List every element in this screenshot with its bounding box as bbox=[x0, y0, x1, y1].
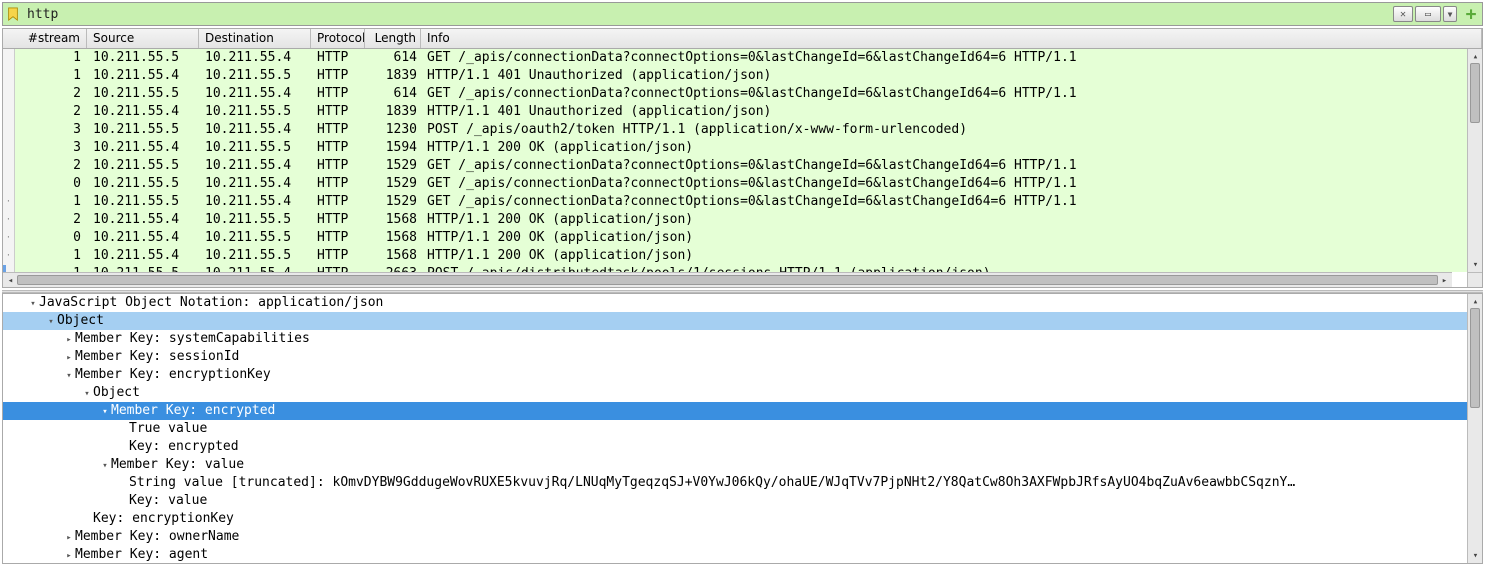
tree-node[interactable]: ▸Member Key: sessionId bbox=[3, 348, 1467, 366]
packet-row[interactable]: 210.211.55.410.211.55.5HTTP1839HTTP/1.1 … bbox=[3, 103, 1467, 121]
filter-dropdown-button[interactable]: ▼ bbox=[1443, 6, 1457, 22]
tree-node[interactable]: ▾Member Key: value bbox=[3, 456, 1467, 474]
packet-rows[interactable]: 110.211.55.510.211.55.4HTTP614GET /_apis… bbox=[3, 49, 1467, 272]
tree-label: Key: encryptionKey bbox=[93, 511, 234, 526]
tree-node[interactable]: String value [truncated]: kOmvDYBW9Gddug… bbox=[3, 474, 1467, 492]
col-info[interactable]: Info bbox=[421, 29, 1482, 48]
packet-vscroll[interactable]: ▴ ▾ bbox=[1467, 49, 1482, 272]
packet-row[interactable]: 110.211.55.410.211.55.5HTTP1839HTTP/1.1 … bbox=[3, 67, 1467, 85]
tree-twisty-icon[interactable]: ▸ bbox=[63, 529, 75, 546]
tree-node[interactable]: Key: encrypted bbox=[3, 438, 1467, 456]
details-vscroll[interactable]: ▴ ▾ bbox=[1467, 294, 1482, 563]
clear-filter-button[interactable]: ✕ bbox=[1393, 6, 1413, 22]
tree-label: Member Key: value bbox=[111, 457, 244, 472]
tree-label: Object bbox=[93, 385, 140, 400]
col-protocol[interactable]: Protocol bbox=[311, 29, 365, 48]
tree-node[interactable]: ▾Member Key: encryptionKey bbox=[3, 366, 1467, 384]
packet-row[interactable]: ·110.211.55.410.211.55.5HTTP1568HTTP/1.1… bbox=[3, 247, 1467, 265]
tree-twisty-icon[interactable]: ▸ bbox=[63, 331, 75, 348]
tree-twisty-icon[interactable]: ▾ bbox=[81, 385, 93, 402]
tree-node[interactable]: Key: value bbox=[3, 492, 1467, 510]
packet-row[interactable]: 110.211.55.510.211.55.4HTTP614GET /_apis… bbox=[3, 49, 1467, 67]
tree-node[interactable]: Key: encryptionKey bbox=[3, 510, 1467, 528]
tree-label: Member Key: ownerName bbox=[75, 529, 239, 544]
tree-label: Member Key: systemCapabilities bbox=[75, 331, 310, 346]
bookmark-icon[interactable] bbox=[3, 4, 23, 24]
tree-twisty-icon[interactable]: ▾ bbox=[45, 313, 57, 330]
tree-node[interactable]: ▾Object bbox=[3, 312, 1467, 330]
packet-row[interactable]: 210.211.55.510.211.55.4HTTP1529GET /_api… bbox=[3, 157, 1467, 175]
tree-label: Member Key: sessionId bbox=[75, 349, 239, 364]
packet-header-row[interactable]: #stream Source Destination Protocol Leng… bbox=[3, 29, 1482, 49]
tree-twisty-icon[interactable]: ▾ bbox=[99, 403, 111, 420]
tree-node[interactable]: ▾Object bbox=[3, 384, 1467, 402]
packet-row[interactable]: 310.211.55.410.211.55.5HTTP1594HTTP/1.1 … bbox=[3, 139, 1467, 157]
tree-label: Key: value bbox=[129, 493, 207, 508]
add-filter-button[interactable]: + bbox=[1461, 6, 1481, 22]
tree-label: Member Key: agent bbox=[75, 547, 208, 562]
packet-row[interactable]: 310.211.55.510.211.55.4HTTP1230POST /_ap… bbox=[3, 121, 1467, 139]
tree-label: String value [truncated]: kOmvDYBW9Gddug… bbox=[129, 475, 1295, 490]
packet-details-pane: ▾JavaScript Object Notation: application… bbox=[2, 293, 1483, 564]
packet-hscroll[interactable]: ◂ ▸ bbox=[3, 272, 1452, 287]
tree-twisty-icon[interactable]: ▾ bbox=[27, 295, 39, 312]
tree-twisty-icon[interactable]: ▾ bbox=[63, 367, 75, 384]
packet-row[interactable]: ·010.211.55.410.211.55.5HTTP1568HTTP/1.1… bbox=[3, 229, 1467, 247]
packet-row[interactable]: 010.211.55.510.211.55.4HTTP1529GET /_api… bbox=[3, 175, 1467, 193]
tree-twisty-icon[interactable]: ▾ bbox=[99, 457, 111, 474]
col-stream[interactable]: #stream bbox=[3, 29, 87, 48]
tree-node[interactable]: ▾JavaScript Object Notation: application… bbox=[3, 294, 1467, 312]
packet-row[interactable]: ·210.211.55.410.211.55.5HTTP1568HTTP/1.1… bbox=[3, 211, 1467, 229]
details-tree[interactable]: ▾JavaScript Object Notation: application… bbox=[3, 294, 1467, 563]
tree-node[interactable]: True value bbox=[3, 420, 1467, 438]
tree-label: True value bbox=[129, 421, 207, 436]
col-source[interactable]: Source bbox=[87, 29, 199, 48]
packet-row[interactable]: ·110.211.55.510.211.55.4HTTP2663POST /_a… bbox=[3, 265, 1467, 272]
tree-label: Member Key: encrypted bbox=[111, 403, 275, 418]
packet-row[interactable]: 210.211.55.510.211.55.4HTTP614GET /_apis… bbox=[3, 85, 1467, 103]
packet-list-pane: #stream Source Destination Protocol Leng… bbox=[2, 28, 1483, 288]
apply-filter-button[interactable]: ▭ bbox=[1415, 6, 1441, 22]
tree-label: JavaScript Object Notation: application/… bbox=[39, 295, 383, 310]
tree-node[interactable]: ▸Member Key: ownerName bbox=[3, 528, 1467, 546]
display-filter-input[interactable] bbox=[23, 5, 1392, 24]
tree-label: Key: encrypted bbox=[129, 439, 239, 454]
tree-node[interactable]: ▸Member Key: agent bbox=[3, 546, 1467, 563]
tree-label: Object bbox=[57, 313, 104, 328]
tree-twisty-icon[interactable]: ▸ bbox=[63, 349, 75, 366]
display-filter-bar: ✕ ▭ ▼ + bbox=[2, 2, 1483, 26]
col-length[interactable]: Length bbox=[365, 29, 421, 48]
tree-node[interactable]: ▾Member Key: encrypted bbox=[3, 402, 1467, 420]
packet-row[interactable]: ·110.211.55.510.211.55.4HTTP1529GET /_ap… bbox=[3, 193, 1467, 211]
tree-label: Member Key: encryptionKey bbox=[75, 367, 271, 382]
tree-node[interactable]: ▸Member Key: systemCapabilities bbox=[3, 330, 1467, 348]
col-destination[interactable]: Destination bbox=[199, 29, 311, 48]
tree-twisty-icon[interactable]: ▸ bbox=[63, 547, 75, 563]
